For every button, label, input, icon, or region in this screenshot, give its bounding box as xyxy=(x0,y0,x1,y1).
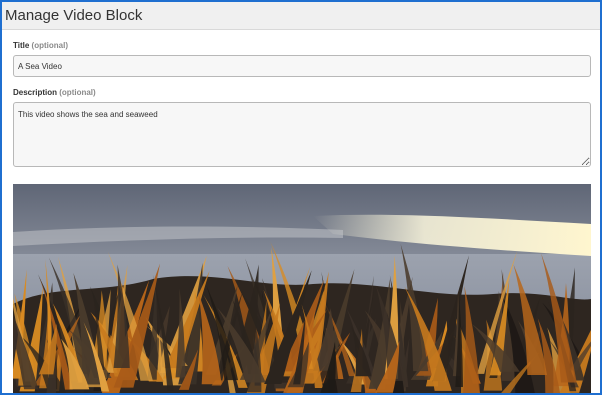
title-label: Title (optional) xyxy=(13,41,589,50)
video-frame-image xyxy=(13,184,591,393)
title-input[interactable] xyxy=(13,55,591,77)
description-textarea[interactable]: This video shows the sea and seaweed xyxy=(13,102,591,167)
description-optional-hint: (optional) xyxy=(59,88,96,97)
title-label-text: Title xyxy=(13,41,30,50)
dialog-header: Manage Video Block xyxy=(2,2,600,30)
description-label: Description (optional) xyxy=(13,88,589,97)
dialog-content: Title (optional) Description (optional) … xyxy=(2,41,600,393)
dialog-frame: Manage Video Block Title (optional) Desc… xyxy=(0,0,602,395)
dialog-title: Manage Video Block xyxy=(5,7,143,24)
video-player[interactable] xyxy=(13,184,591,393)
description-label-text: Description xyxy=(13,88,58,97)
title-optional-hint: (optional) xyxy=(31,41,68,50)
